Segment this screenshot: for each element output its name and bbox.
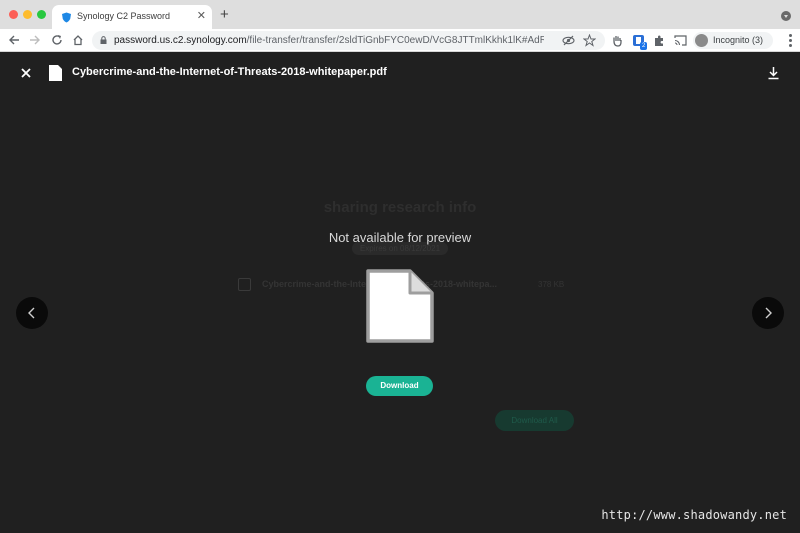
watermark-text: http://www.shadowandy.net: [601, 508, 787, 522]
url-text[interactable]: password.us.c2.synology.com/file-transfe…: [114, 35, 544, 46]
tab-close-icon[interactable]: ✕: [197, 10, 206, 22]
forward-icon[interactable]: [27, 32, 43, 48]
previous-file-button[interactable]: [16, 297, 48, 329]
extensions-puzzle-icon[interactable]: [653, 34, 666, 47]
new-tab-button[interactable]: +: [220, 7, 229, 22]
bookmark-star-icon[interactable]: [583, 34, 596, 47]
reload-icon[interactable]: [49, 32, 65, 48]
back-icon[interactable]: [6, 32, 22, 48]
chevron-left-icon: [28, 307, 35, 319]
window-minimize-button[interactable]: [23, 10, 32, 19]
cast-icon[interactable]: [674, 34, 687, 47]
viewer-file-name: Cybercrime-and-the-Internet-of-Threats-2…: [72, 66, 387, 78]
close-icon[interactable]: [19, 66, 33, 80]
document-placeholder-icon: [366, 269, 434, 343]
window-zoom-button[interactable]: [37, 10, 46, 19]
synology-shield-icon: [62, 12, 71, 23]
file-checkbox[interactable]: [238, 278, 251, 291]
share-title: sharing research info: [323, 199, 477, 216]
preview-unavailable-message: Not available for preview: [328, 230, 472, 245]
browser-tab[interactable]: Synology C2 Password ✕: [52, 5, 212, 29]
extension-hand-icon[interactable]: [611, 34, 624, 47]
profile-label: Incognito (3): [713, 35, 764, 45]
url-host: password.us.c2.synology.com: [114, 35, 247, 46]
download-button[interactable]: Download: [366, 376, 433, 396]
lock-icon: [100, 36, 107, 44]
tracking-blocked-icon[interactable]: [562, 34, 575, 47]
browser-menu-icon[interactable]: [789, 34, 792, 47]
browser-toolbar: password.us.c2.synology.com/file-transfe…: [0, 29, 800, 52]
tab-title: Synology C2 Password: [77, 11, 171, 21]
file-icon: [49, 65, 62, 81]
address-bar[interactable]: password.us.c2.synology.com/file-transfe…: [92, 31, 605, 50]
next-file-button[interactable]: [752, 297, 784, 329]
browser-tab-strip: Synology C2 Password ✕ +: [0, 0, 800, 29]
extension-badge: 2: [640, 42, 648, 50]
chevron-right-icon: [765, 307, 772, 319]
download-all-button[interactable]: Download All: [495, 410, 574, 431]
file-viewer-page: sharing research info Expires on 08/12/2…: [0, 53, 800, 533]
download-icon[interactable]: [767, 66, 780, 80]
profile-button[interactable]: Incognito (3): [693, 32, 773, 49]
home-icon[interactable]: [70, 32, 86, 48]
url-path: /file-transfer/transfer/2sldTiGnbFYC0ewD…: [246, 35, 544, 46]
tab-search-icon[interactable]: [781, 11, 791, 21]
background-file-size: 378 KB: [538, 280, 565, 289]
window-close-button[interactable]: [9, 10, 18, 19]
incognito-avatar-icon: [695, 34, 708, 47]
